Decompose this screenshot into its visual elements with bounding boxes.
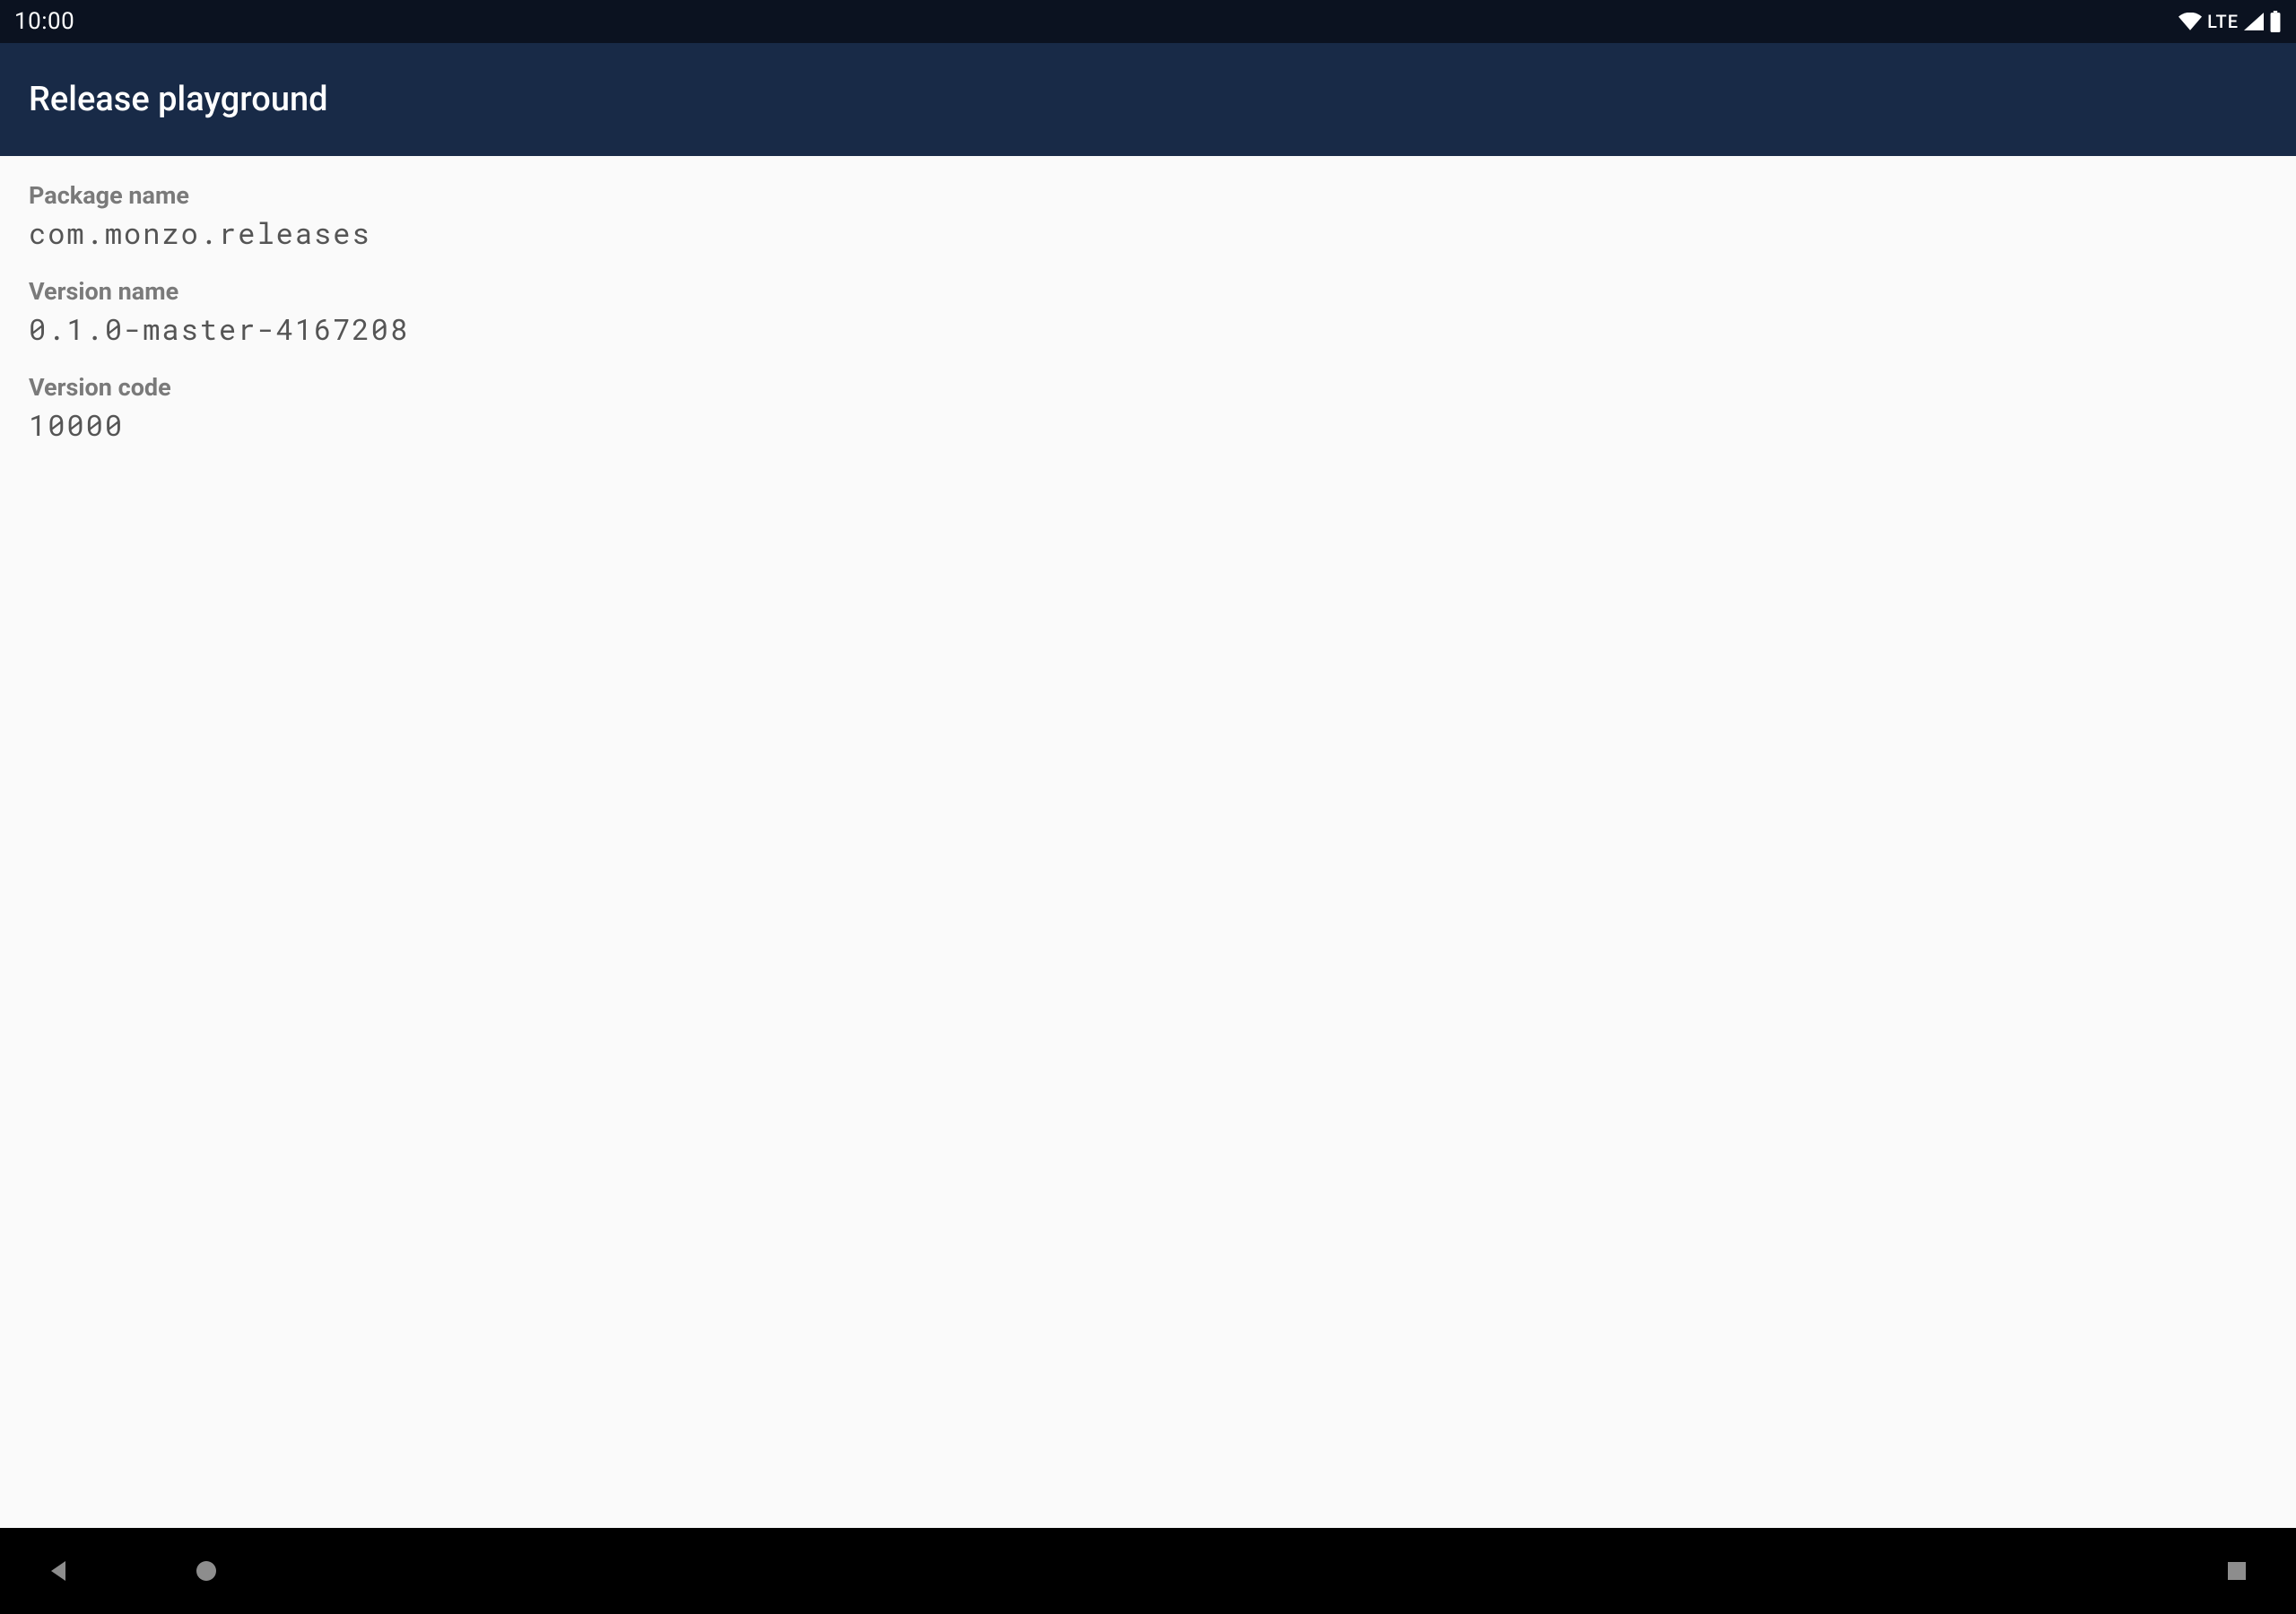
network-type-label: LTE xyxy=(2207,11,2239,32)
back-triangle-icon xyxy=(46,1558,73,1584)
content-area: Package name com.monzo.releases Version … xyxy=(0,156,2296,1528)
cellular-signal-icon xyxy=(2244,13,2264,30)
recents-square-icon xyxy=(2225,1559,2248,1583)
field-package-name: Package name com.monzo.releases xyxy=(29,181,2267,252)
page-title: Release playground xyxy=(29,80,328,119)
field-version-name: Version name 0.1.0-master-4167208 xyxy=(29,277,2267,348)
field-version-code: Version code 10000 xyxy=(29,373,2267,444)
status-time: 10:00 xyxy=(14,8,74,35)
field-label: Version code xyxy=(29,373,2267,402)
battery-icon xyxy=(2269,11,2282,32)
field-label: Version name xyxy=(29,277,2267,306)
home-circle-icon xyxy=(194,1558,219,1584)
back-button[interactable] xyxy=(43,1555,75,1587)
status-bar: 10:00 LTE xyxy=(0,0,2296,43)
app-bar: Release playground xyxy=(0,43,2296,156)
status-right-cluster: LTE xyxy=(2179,11,2282,32)
field-value: 10000 xyxy=(29,405,2267,444)
field-value: 0.1.0-master-4167208 xyxy=(29,309,2267,348)
field-value: com.monzo.releases xyxy=(29,213,2267,252)
field-label: Package name xyxy=(29,181,2267,210)
home-button[interactable] xyxy=(190,1555,222,1587)
navigation-bar xyxy=(0,1528,2296,1614)
recents-button[interactable] xyxy=(2221,1555,2253,1587)
wifi-icon xyxy=(2179,13,2202,30)
